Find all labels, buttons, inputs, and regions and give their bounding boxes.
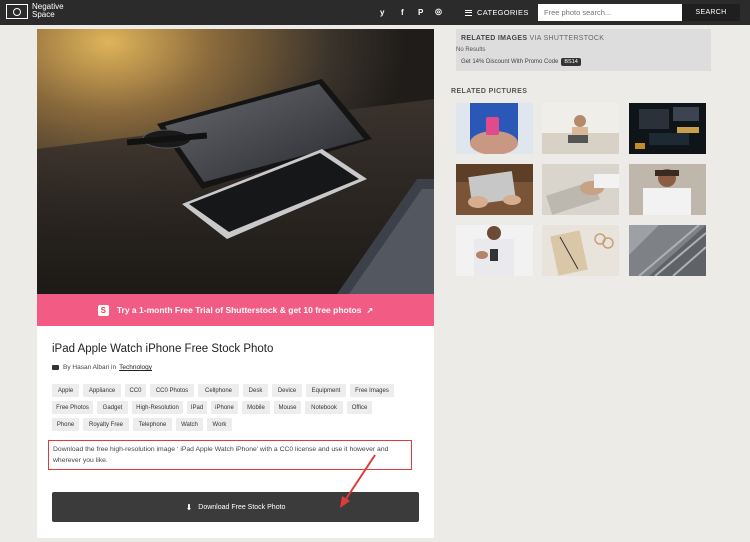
instagram-icon[interactable]: ◎	[435, 7, 442, 16]
tag[interactable]: iPhone	[211, 401, 238, 414]
related-thumbnail[interactable]	[456, 164, 533, 215]
tag[interactable]: Desk	[243, 384, 268, 397]
download-icon: ⬇	[185, 502, 193, 512]
tag[interactable]: Work	[207, 418, 232, 431]
tag[interactable]: Free Photos	[52, 401, 93, 414]
tag[interactable]: Royalty Free	[83, 418, 129, 431]
discount-text: Get 14% Discount With Promo Code	[461, 59, 559, 65]
author-prefix: By Hasan Albari in	[63, 364, 117, 371]
related-images-via: VIA SHUTTERSTOCK	[529, 35, 605, 42]
category-link[interactable]: Technology	[119, 364, 152, 371]
tag[interactable]: Watch	[176, 418, 203, 431]
tag[interactable]: Appliance	[83, 384, 121, 397]
no-results-text: No Results	[456, 47, 486, 53]
pinterest-icon[interactable]: P	[418, 8, 423, 17]
related-thumbnail[interactable]	[629, 164, 706, 215]
search-input[interactable]	[538, 4, 682, 21]
tag[interactable]: Equipment	[306, 384, 346, 397]
tag[interactable]: Cellphone	[198, 384, 239, 397]
download-label: Download Free Stock Photo	[198, 503, 286, 511]
photo-illustration	[37, 29, 434, 294]
hamburger-icon	[465, 9, 472, 16]
shutterstock-promo-banner[interactable]: S Try a 1-month Free Trial of Shuttersto…	[37, 294, 434, 326]
tag[interactable]: IPad	[187, 401, 207, 414]
search-button[interactable]: SEARCH	[682, 4, 740, 21]
tag[interactable]: High-Resolution	[132, 401, 183, 414]
categories-menu-button[interactable]: CATEGORIES	[465, 8, 529, 17]
photo-card: S Try a 1-month Free Trial of Shuttersto…	[37, 29, 434, 538]
twitter-icon[interactable]: y	[380, 8, 384, 17]
related-images-heading: RELATED IMAGES	[461, 35, 528, 42]
site-logo[interactable]: Negative Space	[6, 3, 64, 19]
promo-text: Try a 1-month Free Trial of Shutterstock…	[116, 305, 362, 315]
tag[interactable]: CC0	[125, 384, 146, 397]
related-thumbnail[interactable]	[629, 103, 706, 154]
camera-logo-icon	[6, 3, 28, 19]
related-thumbnail[interactable]	[542, 103, 619, 154]
tag[interactable]: Device	[272, 384, 302, 397]
tag[interactable]: Free Images	[350, 384, 394, 397]
related-thumbnail[interactable]	[629, 225, 706, 276]
author-line: By Hasan Albari in Technology	[52, 364, 152, 371]
promo-code-badge: BS14	[561, 58, 581, 66]
tag[interactable]: Apple	[52, 384, 79, 397]
tag[interactable]: Notebook	[305, 401, 343, 414]
related-pictures-heading: RELATED PICTURES	[451, 88, 528, 95]
tag[interactable]: Mouse	[274, 401, 301, 414]
related-images-box: RELATED IMAGES VIA SHUTTERSTOCK No Resul…	[456, 29, 711, 71]
top-navbar: Negative Space y f P ◎ CATEGORIES SEARCH	[0, 0, 750, 25]
tag[interactable]: Mobile	[242, 401, 270, 414]
photo-description: Download the free high-resolution image …	[48, 440, 412, 470]
woman-phone-thumb	[456, 103, 533, 154]
tag[interactable]: Office	[347, 401, 372, 414]
logo-text-line2: Space	[32, 10, 55, 19]
related-thumbnail[interactable]	[456, 103, 533, 154]
tag[interactable]: CC0 Photos	[150, 384, 194, 397]
tag[interactable]: Phone	[52, 418, 79, 431]
related-thumbnail[interactable]	[542, 164, 619, 215]
related-thumbnail[interactable]	[456, 225, 533, 276]
categories-label: CATEGORIES	[477, 8, 529, 17]
camera-icon	[52, 365, 59, 370]
download-button[interactable]: ⬇ Download Free Stock Photo	[52, 492, 419, 522]
facebook-icon[interactable]: f	[401, 8, 404, 17]
tag[interactable]: Gadget	[97, 401, 128, 414]
tag[interactable]: Telephone	[133, 418, 172, 431]
photo-title: iPad Apple Watch iPhone Free Stock Photo	[52, 343, 274, 355]
related-thumbnail[interactable]	[542, 225, 619, 276]
external-link-icon: ↗	[366, 305, 374, 315]
shutterstock-icon: S	[97, 304, 109, 316]
main-photo[interactable]	[37, 29, 434, 294]
